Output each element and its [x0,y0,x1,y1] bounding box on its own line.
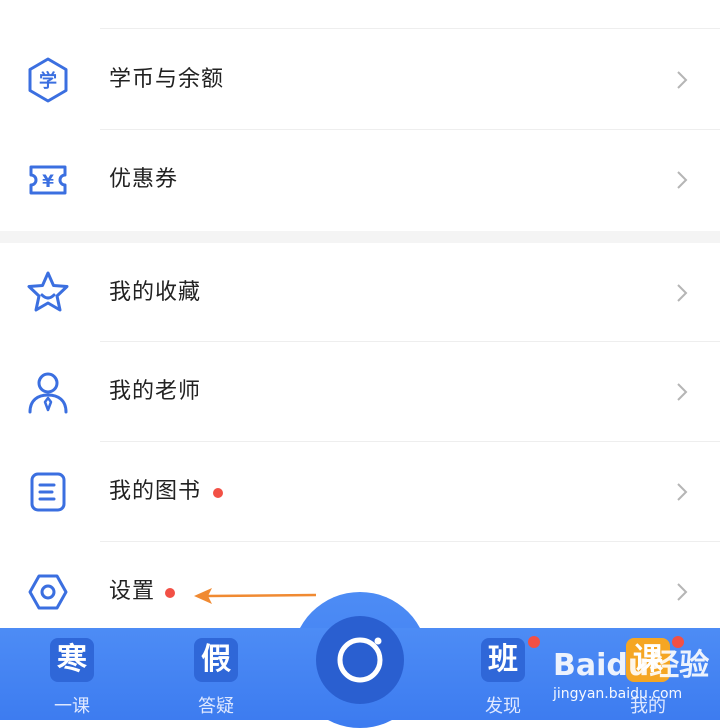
star-icon [27,271,69,312]
annotation-arrow [194,588,317,604]
menu-item-my-teachers[interactable]: 我的老师 [0,342,720,442]
tab-yike[interactable]: 寒 一课 [27,628,117,720]
camera-icon [337,637,383,683]
book-icon [30,472,66,512]
camera-button[interactable] [316,616,404,704]
chevron-right-icon [677,583,688,601]
chevron-right-icon [677,383,688,401]
menu-item-label: 学币与余额 [109,67,225,92]
tab-label: 发现 [485,696,521,717]
menu-item-label: 我的收藏 [109,280,202,305]
chevron-right-icon [677,71,688,89]
tab-tile: 假 [194,638,238,682]
notification-dot [528,636,540,648]
menu-item-favorites[interactable]: 我的收藏 [0,243,720,343]
svg-text:¥: ¥ [42,172,54,192]
menu-item-label: 我的图书 [109,479,202,504]
tab-label: 答疑 [198,696,234,717]
tab-dayi[interactable]: 假 答疑 [171,628,261,720]
coin-hexagon-icon: 学 [28,57,68,103]
watermark-url: jingyan.baidu.com [553,686,683,702]
menu-item-my-books[interactable]: 我的图书 [0,442,720,542]
svg-text:学: 学 [39,70,57,92]
menu-item-coupons[interactable]: ¥ 优惠券 [0,130,720,230]
tab-faxian[interactable]: 班 发现 [458,628,548,720]
menu-item-coins-balance[interactable]: 学 学币与余额 [0,30,720,130]
chevron-right-icon [677,483,688,501]
menu-item-label: 优惠券 [109,167,179,192]
coupon-icon: ¥ [29,165,67,195]
menu-item-label: 设置 [109,579,156,604]
watermark: Baidu经验 jingyan.baidu.com [553,640,710,702]
chevron-right-icon [677,171,688,189]
tab-label: 一课 [54,696,90,717]
notification-dot [165,588,175,598]
menu-item-label: 我的老师 [109,379,202,404]
section-gap [0,231,720,243]
watermark-logo: Baidu经验 [553,648,710,683]
settings-hexagon-icon [28,574,68,610]
tab-tile: 班 [481,638,525,682]
chevron-right-icon [677,284,688,302]
teacher-icon [28,372,68,414]
tab-tile: 寒 [50,638,94,682]
notification-dot [213,488,223,498]
divider [100,28,720,29]
